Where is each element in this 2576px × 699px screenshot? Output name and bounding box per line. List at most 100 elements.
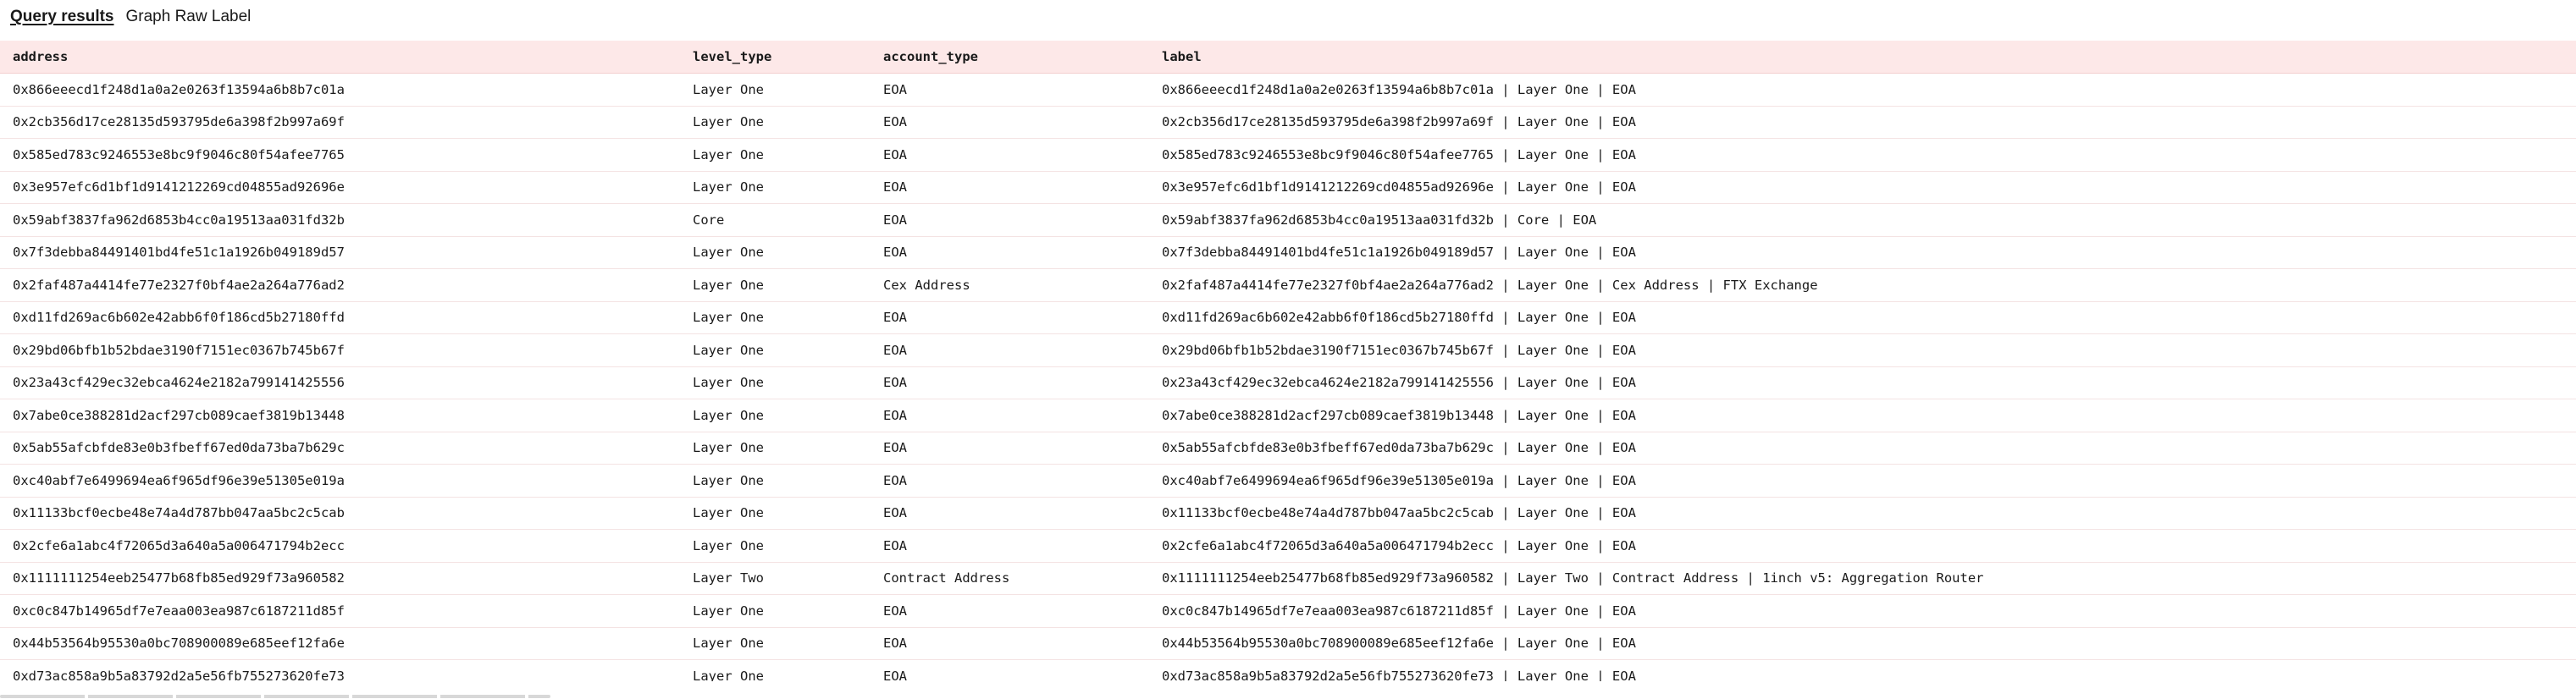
cell-account-type: EOA	[871, 138, 1149, 172]
cell-label: 0x5ab55afcbfde83e0b3fbeff67ed0da73ba7b62…	[1149, 432, 2576, 465]
cell-level-type: Layer One	[680, 659, 871, 681]
table-row[interactable]: 0x866eeecd1f248d1a0a2e0263f13594a6b8b7c0…	[0, 73, 2576, 107]
cell-level-type: Layer Two	[680, 562, 871, 595]
cell-address: 0xd11fd269ac6b602e42abb6f0f186cd5b27180f…	[0, 301, 680, 334]
cell-address: 0x7abe0ce388281d2acf297cb089caef3819b134…	[0, 399, 680, 432]
table-row[interactable]: 0xd11fd269ac6b602e42abb6f0f186cd5b27180f…	[0, 301, 2576, 334]
horizontal-scrollbar-thumb[interactable]	[0, 695, 550, 698]
cell-level-type: Layer One	[680, 236, 871, 269]
table-row[interactable]: 0x5ab55afcbfde83e0b3fbeff67ed0da73ba7b62…	[0, 432, 2576, 465]
table-row[interactable]: 0x2cfe6a1abc4f72065d3a640a5a006471794b2e…	[0, 529, 2576, 563]
table-row[interactable]: 0x29bd06bfb1b52bdae3190f7151ec0367b745b6…	[0, 333, 2576, 367]
cell-address: 0xd73ac858a9b5a83792d2a5e56fb755273620fe…	[0, 659, 680, 681]
table-row[interactable]: 0x2cb356d17ce28135d593795de6a398f2b997a6…	[0, 106, 2576, 139]
table-row[interactable]: 0xc0c847b14965df7e7eaa003ea987c6187211d8…	[0, 594, 2576, 628]
cell-level-type: Layer One	[680, 106, 871, 139]
cell-address: 0x2cb356d17ce28135d593795de6a398f2b997a6…	[0, 106, 680, 139]
cell-address: 0x7f3debba84491401bd4fe51c1a1926b049189d…	[0, 236, 680, 269]
cell-level-type: Core	[680, 203, 871, 237]
cell-account-type: EOA	[871, 73, 1149, 107]
table-row[interactable]: 0xd73ac858a9b5a83792d2a5e56fb755273620fe…	[0, 659, 2576, 681]
tab-query-results[interactable]: Query results	[10, 8, 114, 26]
cell-account-type: Contract Address	[871, 562, 1149, 595]
cell-label: 0xd11fd269ac6b602e42abb6f0f186cd5b27180f…	[1149, 301, 2576, 334]
cell-label: 0x2faf487a4414fe77e2327f0bf4ae2a264a776a…	[1149, 268, 2576, 302]
cell-account-type: EOA	[871, 497, 1149, 530]
table-row[interactable]: 0xc40abf7e6499694ea6f965df96e39e51305e01…	[0, 464, 2576, 498]
table-row[interactable]: 0x585ed783c9246553e8bc9f9046c80f54afee77…	[0, 138, 2576, 172]
cell-label: 0x2cb356d17ce28135d593795de6a398f2b997a6…	[1149, 106, 2576, 139]
table-row[interactable]: 0x3e957efc6d1bf1d9141212269cd04855ad9269…	[0, 171, 2576, 204]
cell-level-type: Layer One	[680, 432, 871, 465]
cell-account-type: EOA	[871, 659, 1149, 681]
cell-account-type: EOA	[871, 106, 1149, 139]
cell-level-type: Layer One	[680, 301, 871, 334]
cell-address: 0x3e957efc6d1bf1d9141212269cd04855ad9269…	[0, 171, 680, 204]
cell-label: 0x585ed783c9246553e8bc9f9046c80f54afee77…	[1149, 138, 2576, 172]
cell-account-type: EOA	[871, 171, 1149, 204]
cell-level-type: Layer One	[680, 333, 871, 367]
column-header-label[interactable]: label	[1149, 41, 2576, 74]
cell-account-type: EOA	[871, 464, 1149, 498]
cell-level-type: Layer One	[680, 138, 871, 172]
table-row[interactable]: 0x1111111254eeb25477b68fb85ed929f73a9605…	[0, 562, 2576, 595]
cell-label: 0xc40abf7e6499694ea6f965df96e39e51305e01…	[1149, 464, 2576, 498]
cell-account-type: EOA	[871, 236, 1149, 269]
cell-label: 0x3e957efc6d1bf1d9141212269cd04855ad9269…	[1149, 171, 2576, 204]
cell-level-type: Layer One	[680, 529, 871, 563]
cell-level-type: Layer One	[680, 268, 871, 302]
cell-address: 0xc40abf7e6499694ea6f965df96e39e51305e01…	[0, 464, 680, 498]
cell-address: 0x44b53564b95530a0bc708900089e685eef12fa…	[0, 627, 680, 660]
header-row: address level_type account_type label	[0, 41, 2576, 74]
results-table-container[interactable]: address level_type account_type label 0x…	[0, 41, 2576, 681]
cell-account-type: EOA	[871, 301, 1149, 334]
table-header: address level_type account_type label	[0, 41, 2576, 74]
results-table: address level_type account_type label 0x…	[0, 41, 2576, 681]
table-row[interactable]: 0x23a43cf429ec32ebca4624e2182a7991414255…	[0, 366, 2576, 399]
cell-label: 0x7abe0ce388281d2acf297cb089caef3819b134…	[1149, 399, 2576, 432]
cell-label: 0xd73ac858a9b5a83792d2a5e56fb755273620fe…	[1149, 659, 2576, 681]
table-row[interactable]: 0x44b53564b95530a0bc708900089e685eef12fa…	[0, 627, 2576, 660]
cell-account-type: EOA	[871, 529, 1149, 563]
cell-level-type: Layer One	[680, 171, 871, 204]
cell-level-type: Layer One	[680, 464, 871, 498]
cell-address: 0x5ab55afcbfde83e0b3fbeff67ed0da73ba7b62…	[0, 432, 680, 465]
table-row[interactable]: 0x7abe0ce388281d2acf297cb089caef3819b134…	[0, 399, 2576, 432]
cell-address: 0x585ed783c9246553e8bc9f9046c80f54afee77…	[0, 138, 680, 172]
cell-address: 0x29bd06bfb1b52bdae3190f7151ec0367b745b6…	[0, 333, 680, 367]
table-row[interactable]: 0x11133bcf0ecbe48e74a4d787bb047aa5bc2c5c…	[0, 497, 2576, 530]
table-row[interactable]: 0x59abf3837fa962d6853b4cc0a19513aa031fd3…	[0, 203, 2576, 237]
cell-account-type: EOA	[871, 594, 1149, 628]
cell-account-type: EOA	[871, 333, 1149, 367]
cell-label: 0x866eeecd1f248d1a0a2e0263f13594a6b8b7c0…	[1149, 73, 2576, 107]
table-row[interactable]: 0x7f3debba84491401bd4fe51c1a1926b049189d…	[0, 236, 2576, 269]
cell-label: 0x44b53564b95530a0bc708900089e685eef12fa…	[1149, 627, 2576, 660]
cell-label: 0x59abf3837fa962d6853b4cc0a19513aa031fd3…	[1149, 203, 2576, 237]
cell-label: 0x11133bcf0ecbe48e74a4d787bb047aa5bc2c5c…	[1149, 497, 2576, 530]
column-header-address[interactable]: address	[0, 41, 680, 74]
cell-level-type: Layer One	[680, 627, 871, 660]
cell-label: 0x23a43cf429ec32ebca4624e2182a7991414255…	[1149, 366, 2576, 399]
table-body: 0x866eeecd1f248d1a0a2e0263f13594a6b8b7c0…	[0, 73, 2576, 681]
cell-level-type: Layer One	[680, 497, 871, 530]
results-tab-bar: Query results Graph Raw Label	[10, 0, 251, 34]
cell-account-type: EOA	[871, 627, 1149, 660]
column-header-level-type[interactable]: level_type	[680, 41, 871, 74]
cell-level-type: Layer One	[680, 73, 871, 107]
cell-address: 0x59abf3837fa962d6853b4cc0a19513aa031fd3…	[0, 203, 680, 237]
cell-address: 0x2cfe6a1abc4f72065d3a640a5a006471794b2e…	[0, 529, 680, 563]
cell-address: 0x1111111254eeb25477b68fb85ed929f73a9605…	[0, 562, 680, 595]
cell-label: 0x1111111254eeb25477b68fb85ed929f73a9605…	[1149, 562, 2576, 595]
cell-account-type: EOA	[871, 432, 1149, 465]
cell-label: 0x2cfe6a1abc4f72065d3a640a5a006471794b2e…	[1149, 529, 2576, 563]
cell-account-type: EOA	[871, 366, 1149, 399]
cell-label: 0x29bd06bfb1b52bdae3190f7151ec0367b745b6…	[1149, 333, 2576, 367]
cell-address: 0xc0c847b14965df7e7eaa003ea987c6187211d8…	[0, 594, 680, 628]
cell-address: 0x11133bcf0ecbe48e74a4d787bb047aa5bc2c5c…	[0, 497, 680, 530]
column-header-account-type[interactable]: account_type	[871, 41, 1149, 74]
cell-address: 0x866eeecd1f248d1a0a2e0263f13594a6b8b7c0…	[0, 73, 680, 107]
cell-label: 0x7f3debba84491401bd4fe51c1a1926b049189d…	[1149, 236, 2576, 269]
table-row[interactable]: 0x2faf487a4414fe77e2327f0bf4ae2a264a776a…	[0, 268, 2576, 302]
tab-graph-raw-label[interactable]: Graph Raw Label	[126, 8, 252, 26]
cell-account-type: EOA	[871, 203, 1149, 237]
